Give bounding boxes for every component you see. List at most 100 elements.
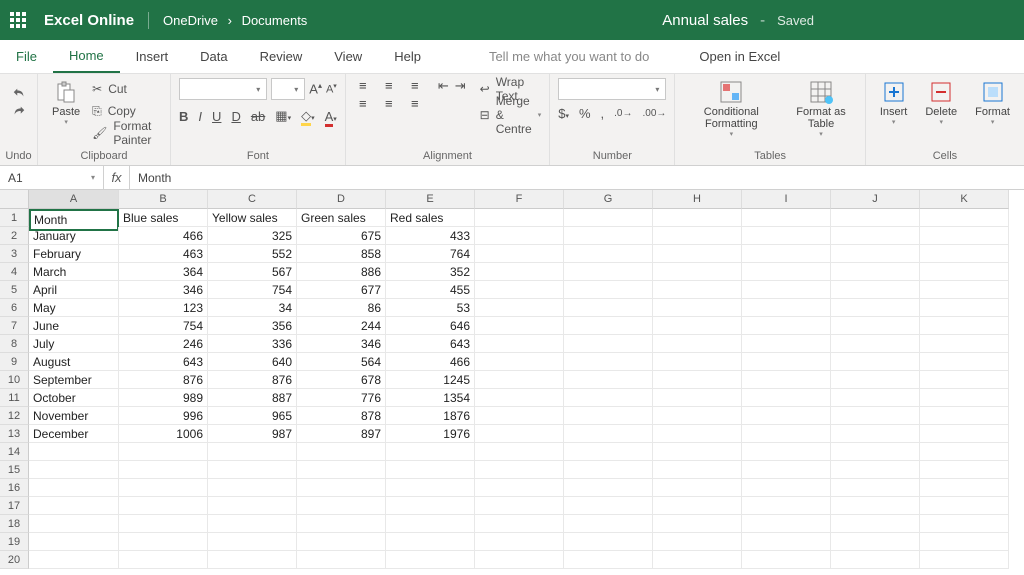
app-launcher-icon[interactable] <box>10 12 26 28</box>
cell-I13[interactable] <box>742 425 831 443</box>
cell-G10[interactable] <box>564 371 653 389</box>
cell-A18[interactable] <box>29 515 119 533</box>
cell-F1[interactable] <box>475 209 564 227</box>
cell-G17[interactable] <box>564 497 653 515</box>
cell-J17[interactable] <box>831 497 920 515</box>
cell-K12[interactable] <box>920 407 1009 425</box>
cell-E9[interactable]: 466 <box>386 353 475 371</box>
cell-G9[interactable] <box>564 353 653 371</box>
decrease-indent-icon[interactable]: ⇤ <box>438 78 449 94</box>
cell-I8[interactable] <box>742 335 831 353</box>
cell-E1[interactable]: Red sales <box>386 209 475 227</box>
cell-G11[interactable] <box>564 389 653 407</box>
cell-C6[interactable]: 34 <box>208 299 297 317</box>
cell-E16[interactable] <box>386 479 475 497</box>
cell-K8[interactable] <box>920 335 1009 353</box>
cell-B19[interactable] <box>119 533 208 551</box>
cell-B15[interactable] <box>119 461 208 479</box>
cell-F7[interactable] <box>475 317 564 335</box>
cell-D10[interactable]: 678 <box>297 371 386 389</box>
align-top-icon[interactable]: ≡ <box>354 78 372 92</box>
cell-I7[interactable] <box>742 317 831 335</box>
double-underline-button[interactable]: D <box>231 109 240 124</box>
cell-D15[interactable] <box>297 461 386 479</box>
column-header-H[interactable]: H <box>653 190 742 209</box>
cell-K5[interactable] <box>920 281 1009 299</box>
cell-F19[interactable] <box>475 533 564 551</box>
cell-J7[interactable] <box>831 317 920 335</box>
cell-K16[interactable] <box>920 479 1009 497</box>
cell-E11[interactable]: 1354 <box>386 389 475 407</box>
cell-H2[interactable] <box>653 227 742 245</box>
cell-I18[interactable] <box>742 515 831 533</box>
conditional-formatting-button[interactable]: Conditional Formatting▾ <box>683 78 779 140</box>
cell-E3[interactable]: 764 <box>386 245 475 263</box>
cell-A14[interactable] <box>29 443 119 461</box>
cell-F13[interactable] <box>475 425 564 443</box>
cell-H3[interactable] <box>653 245 742 263</box>
cell-I9[interactable] <box>742 353 831 371</box>
row-header-15[interactable]: 15 <box>0 461 29 479</box>
cell-B3[interactable]: 463 <box>119 245 208 263</box>
cell-F10[interactable] <box>475 371 564 389</box>
cell-H4[interactable] <box>653 263 742 281</box>
cell-G12[interactable] <box>564 407 653 425</box>
cell-D5[interactable]: 677 <box>297 281 386 299</box>
row-header-17[interactable]: 17 <box>0 497 29 515</box>
cell-F4[interactable] <box>475 263 564 281</box>
cell-H6[interactable] <box>653 299 742 317</box>
cell-C18[interactable] <box>208 515 297 533</box>
cell-H5[interactable] <box>653 281 742 299</box>
decrease-decimal-button[interactable]: .00→ <box>643 108 667 119</box>
cell-C10[interactable]: 876 <box>208 371 297 389</box>
cell-F18[interactable] <box>475 515 564 533</box>
cell-B1[interactable]: Blue sales <box>119 209 208 227</box>
undo-icon[interactable] <box>12 86 26 100</box>
cell-B5[interactable]: 346 <box>119 281 208 299</box>
cell-E4[interactable]: 352 <box>386 263 475 281</box>
crumb-onedrive[interactable]: OneDrive <box>163 13 218 28</box>
cell-I14[interactable] <box>742 443 831 461</box>
cell-A5[interactable]: April <box>29 281 119 299</box>
cell-E14[interactable] <box>386 443 475 461</box>
cell-C11[interactable]: 887 <box>208 389 297 407</box>
format-cells-button[interactable]: Format▾ <box>969 78 1016 128</box>
row-header-11[interactable]: 11 <box>0 389 29 407</box>
cell-C7[interactable]: 356 <box>208 317 297 335</box>
number-format-select[interactable]: ▾ <box>558 78 666 100</box>
cell-D17[interactable] <box>297 497 386 515</box>
cell-E15[interactable] <box>386 461 475 479</box>
cell-I10[interactable] <box>742 371 831 389</box>
row-header-4[interactable]: 4 <box>0 263 29 281</box>
cell-G14[interactable] <box>564 443 653 461</box>
cell-E19[interactable] <box>386 533 475 551</box>
cell-F5[interactable] <box>475 281 564 299</box>
tab-data[interactable]: Data <box>184 40 243 73</box>
cell-H7[interactable] <box>653 317 742 335</box>
column-header-K[interactable]: K <box>920 190 1009 209</box>
cell-B17[interactable] <box>119 497 208 515</box>
formula-input[interactable]: Month <box>130 171 1024 185</box>
cell-A20[interactable] <box>29 551 119 569</box>
row-header-5[interactable]: 5 <box>0 281 29 299</box>
cell-A7[interactable]: June <box>29 317 119 335</box>
font-size-select[interactable]: ▾ <box>271 78 305 100</box>
cell-H14[interactable] <box>653 443 742 461</box>
cell-A4[interactable]: March <box>29 263 119 281</box>
cell-G15[interactable] <box>564 461 653 479</box>
cell-F16[interactable] <box>475 479 564 497</box>
breadcrumb[interactable]: OneDrive › Documents <box>149 13 307 28</box>
cell-G4[interactable] <box>564 263 653 281</box>
row-header-19[interactable]: 19 <box>0 533 29 551</box>
cell-G6[interactable] <box>564 299 653 317</box>
cell-D13[interactable]: 897 <box>297 425 386 443</box>
cell-A10[interactable]: September <box>29 371 119 389</box>
cell-J8[interactable] <box>831 335 920 353</box>
cell-K15[interactable] <box>920 461 1009 479</box>
cell-G7[interactable] <box>564 317 653 335</box>
cell-K4[interactable] <box>920 263 1009 281</box>
cell-B4[interactable]: 364 <box>119 263 208 281</box>
row-header-18[interactable]: 18 <box>0 515 29 533</box>
cell-D16[interactable] <box>297 479 386 497</box>
row-header-16[interactable]: 16 <box>0 479 29 497</box>
